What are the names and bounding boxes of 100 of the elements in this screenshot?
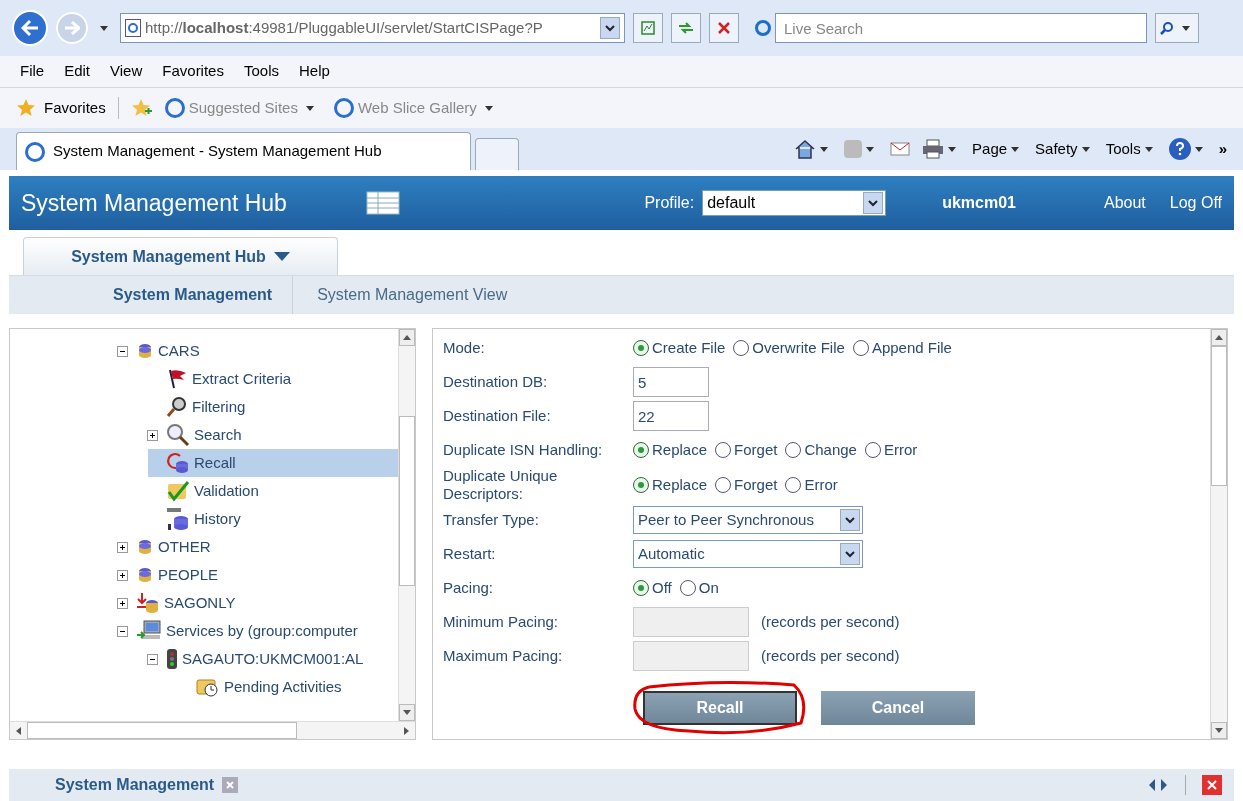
radio-button[interactable] <box>633 442 649 458</box>
expand-toggle[interactable] <box>147 429 158 441</box>
favorites-button[interactable]: Favorites <box>16 96 119 120</box>
command-menu[interactable]: Tools <box>1105 137 1157 161</box>
radio-button[interactable] <box>733 340 750 356</box>
refresh-arrows-icon <box>677 21 695 35</box>
horizontal-scrollbar[interactable] <box>10 721 415 739</box>
radio-button[interactable] <box>785 442 802 458</box>
mail-button[interactable] <box>890 141 911 157</box>
down-arrow-icon[interactable] <box>403 710 411 715</box>
tree-item[interactable]: Search <box>148 421 398 449</box>
subnav-tab[interactable]: System Management <box>101 276 294 314</box>
back-button[interactable] <box>12 10 48 46</box>
radio-button[interactable] <box>633 580 649 596</box>
search-button[interactable] <box>1155 13 1199 43</box>
radio-button[interactable] <box>785 477 802 493</box>
option-label: Replace <box>652 474 708 495</box>
radio-button[interactable] <box>679 580 696 596</box>
up-arrow-icon[interactable] <box>1215 335 1223 340</box>
tree-item[interactable]: Validation <box>148 477 398 505</box>
back-arrow-icon <box>21 20 39 36</box>
collapse-toggle[interactable] <box>147 653 158 665</box>
stop-button[interactable] <box>709 13 739 43</box>
star-icon <box>16 98 36 118</box>
menu-item[interactable]: File <box>20 60 45 83</box>
browser-tab[interactable]: System Management - System Management Hub <box>16 132 471 170</box>
vertical-scrollbar[interactable] <box>1210 329 1227 739</box>
grid-icon[interactable] <box>366 191 400 215</box>
compatibility-button[interactable] <box>633 13 663 43</box>
menu-item[interactable]: Edit <box>64 60 91 83</box>
unit-label: (records per second) <box>761 645 900 666</box>
caret-icon <box>1081 146 1090 152</box>
expand-toggle[interactable] <box>117 569 128 581</box>
command-menu[interactable]: Page <box>972 137 1024 161</box>
radio-button[interactable] <box>864 442 881 458</box>
header-link[interactable]: Log Off <box>1169 191 1222 215</box>
caret-icon <box>1194 146 1203 152</box>
radio-button[interactable] <box>715 442 732 458</box>
radio-button[interactable] <box>633 477 649 493</box>
tree-item[interactable]: Extract Criteria <box>148 365 398 393</box>
tree-item[interactable]: CARS <box>118 337 398 365</box>
more-commands-button[interactable]: » <box>1218 137 1227 161</box>
profile-label: Profile: <box>644 193 695 213</box>
up-arrow-icon[interactable] <box>403 335 411 340</box>
menu-item[interactable]: Help <box>299 60 330 83</box>
command-menu[interactable]: Safety <box>1035 137 1094 161</box>
right-arrow-icon[interactable] <box>404 726 409 735</box>
radio-button[interactable] <box>852 340 869 356</box>
field-label: Destination File: <box>443 407 552 425</box>
collapse-toggle[interactable] <box>117 625 128 637</box>
add-favorite-icon[interactable] <box>130 98 153 118</box>
x-icon <box>226 781 235 789</box>
tree-item[interactable]: Filtering <box>148 393 398 421</box>
caret-icon <box>100 25 108 31</box>
menu-item[interactable]: View <box>110 60 143 83</box>
tree-item[interactable]: SAGONLY <box>118 589 398 617</box>
recall-icon <box>166 452 190 474</box>
caret-icon <box>1182 25 1190 31</box>
search-engine-icon <box>755 20 771 36</box>
dropdown-field[interactable]: Automatic <box>633 540 863 568</box>
hub-tab[interactable]: System Management Hub <box>23 237 338 275</box>
left-arrow-icon[interactable] <box>16 726 21 735</box>
collapse-toggle[interactable] <box>117 345 128 357</box>
address-field[interactable]: http://localhost:49981/PluggableUI/servlet/StartCISPage?P <box>120 13 625 43</box>
search-field[interactable]: Live Search <box>775 13 1147 43</box>
option-label: Forget <box>734 474 778 495</box>
tree-item[interactable]: PEOPLE <box>118 561 398 589</box>
tree-item[interactable]: Services by (group:computer <box>118 617 398 645</box>
option-label: Create File <box>652 337 726 358</box>
tree-item[interactable]: Pending Activities <box>178 673 398 701</box>
scroll-arrows-icon[interactable] <box>1147 779 1169 791</box>
refresh-button[interactable] <box>671 13 701 43</box>
text-field[interactable]: 22 <box>633 401 709 431</box>
dropdown-field[interactable]: Peer to Peer Synchronous <box>633 506 863 534</box>
tree-item[interactable]: SAGAUTO:UKMCM001:AL <box>148 645 398 673</box>
expand-toggle[interactable] <box>117 541 128 553</box>
radio-button[interactable] <box>715 477 732 493</box>
tree-item[interactable]: Recall <box>148 449 398 477</box>
forward-arrow-icon <box>64 21 80 35</box>
help-icon <box>1174 142 1185 156</box>
text-field[interactable]: 5 <box>633 367 709 397</box>
vertical-scrollbar[interactable] <box>398 329 415 721</box>
tree-item[interactable]: History <box>148 505 398 533</box>
down-arrow-icon[interactable] <box>1215 728 1223 733</box>
field-label: Pacing: <box>443 579 495 597</box>
header-link[interactable]: About <box>1104 191 1146 215</box>
subnav-tab[interactable]: System Management View <box>293 276 520 314</box>
bottom-tab[interactable]: System Management <box>55 773 215 797</box>
profile-dropdown[interactable]: default <box>702 190 887 216</box>
menu-item[interactable]: Tools <box>243 60 279 83</box>
tree-item[interactable]: OTHER <box>118 533 398 561</box>
app-title: System Management Hub <box>21 188 288 218</box>
database-icon <box>136 538 154 556</box>
option-label: Overwrite File <box>752 337 845 358</box>
caret-icon <box>1144 146 1153 152</box>
caret-icon <box>948 146 957 152</box>
radio-button[interactable] <box>633 340 649 356</box>
expand-toggle[interactable] <box>117 597 128 609</box>
close-icon[interactable] <box>1202 775 1222 795</box>
menu-item[interactable]: Favorites <box>162 60 224 83</box>
